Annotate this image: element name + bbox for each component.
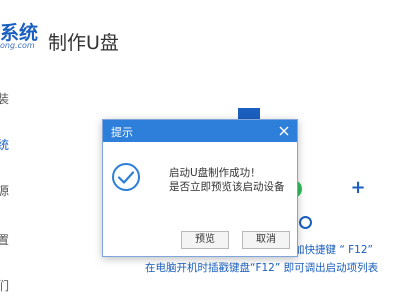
ring-icon xyxy=(299,216,312,229)
close-icon xyxy=(279,126,289,136)
close-button[interactable] xyxy=(275,122,293,140)
logo: 系统 ong.com xyxy=(0,18,40,54)
sidebar-item-install[interactable]: 装 xyxy=(0,90,30,112)
sidebar-item-about[interactable]: 们 xyxy=(0,277,30,299)
plus-icon[interactable]: + xyxy=(350,179,366,197)
app-header: 系统 ong.com 制作U盘 xyxy=(0,0,400,72)
dialog-titlebar: 提示 xyxy=(103,120,297,142)
sidebar-item-label: 们 xyxy=(0,279,10,293)
sidebar-item-label: 置 xyxy=(0,233,10,247)
sidebar-item-source[interactable]: 源 xyxy=(0,182,30,204)
preview-question: 是否立即预览该启动设备 xyxy=(169,181,285,193)
sidebar-item-label: 统 xyxy=(0,138,10,152)
hotkey-hint: 加快捷键 “ F12” xyxy=(294,244,373,256)
sidebar-item-label: 源 xyxy=(0,184,10,198)
success-message: 启动U盘制作成功！ xyxy=(169,167,261,179)
sidebar-item-settings[interactable]: 置 xyxy=(0,231,30,253)
boot-menu-hint: 在电脑开机时插戳键盘“F12” 即可调出启动项列表 xyxy=(145,262,379,274)
cancel-button[interactable]: 取消 xyxy=(242,231,290,249)
logo-subtext: ong.com xyxy=(0,41,35,50)
dialog-title: 提示 xyxy=(111,126,133,139)
check-circle-icon xyxy=(112,163,140,191)
success-dialog: 提示 启动U盘制作成功！ 是否立即预览该启动设备 预览 取消 xyxy=(102,119,298,257)
page-title: 制作U盘 xyxy=(48,32,119,54)
preview-button[interactable]: 预览 xyxy=(181,231,229,249)
sidebar-item-system[interactable]: 统 xyxy=(0,136,30,158)
sidebar-item-label: 装 xyxy=(0,92,10,106)
